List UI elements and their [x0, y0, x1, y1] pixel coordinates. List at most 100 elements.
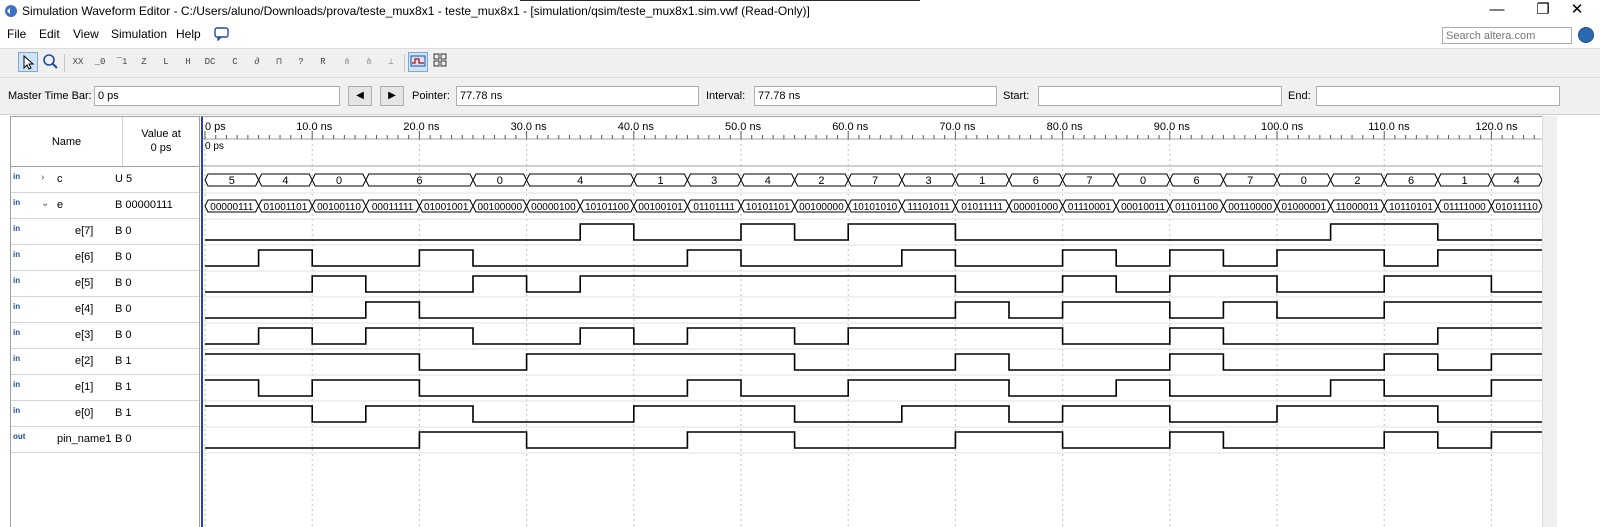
waveform-canvas[interactable]: 0 ps 10.0 ns 20.0 ns 30.0 ns 40.0 ns 50.0 ns 6…	[203, 117, 1542, 527]
title-bar: Simulation Waveform Editor - C:/Users/al…	[0, 0, 1600, 24]
app-icon	[5, 5, 17, 17]
window-title: Simulation Waveform Editor - C:/Users/al…	[22, 4, 810, 18]
bus-value-label: 01101100	[1175, 202, 1218, 213]
bus-value-label: 10110101	[1389, 202, 1433, 213]
signal-row[interactable]: in e[6] B 0	[11, 245, 199, 271]
signal-row[interactable]: in e[5] B 0	[11, 271, 199, 297]
expand-toggle-icon[interactable]: ›	[41, 172, 44, 183]
force-low-icon[interactable]: _0	[90, 52, 110, 72]
bus-value-label: 4	[577, 175, 583, 187]
menu-help[interactable]: Help	[176, 27, 201, 41]
master-time-bar-field[interactable]: 0 ps	[94, 86, 340, 106]
globe-icon[interactable]	[1578, 27, 1594, 43]
invert-icon[interactable]: C	[225, 52, 245, 72]
search-input[interactable]	[1442, 27, 1572, 44]
force-high-impedance-icon[interactable]: Z	[134, 52, 154, 72]
bus-value-label: 00000111	[210, 202, 253, 213]
selection-tool-icon[interactable]	[18, 52, 38, 72]
menu-edit[interactable]: Edit	[39, 27, 60, 41]
menu-view[interactable]: View	[73, 27, 99, 41]
bus-value-label: 1	[979, 175, 985, 187]
signal-name: c	[57, 173, 63, 185]
minimize-button[interactable]: —	[1474, 0, 1520, 22]
bus-value-label: 7	[1086, 175, 1092, 187]
arbitrary-value-icon[interactable]: R	[313, 52, 333, 72]
zoom-tool-icon[interactable]	[40, 52, 60, 72]
bit-waveform	[205, 405, 1542, 423]
signal-row[interactable]: in e[3] B 0	[11, 323, 199, 349]
bus-value-label: 7	[1247, 175, 1253, 187]
interval-field[interactable]: 77.78 ns	[754, 86, 997, 106]
menu-file[interactable]: File	[7, 27, 26, 41]
clock-icon[interactable]: ⊓	[269, 52, 289, 72]
bus-value-label: 2	[818, 175, 824, 187]
signal-row[interactable]: in e[0] B 1	[11, 401, 199, 427]
waveform-panel[interactable]: 0 ps 10.0 ns 20.0 ns 30.0 ns 40.0 ns 50.0 ns 6…	[201, 116, 1542, 527]
end-field[interactable]	[1316, 86, 1560, 106]
vertical-scrollbar[interactable]	[1542, 116, 1557, 527]
signal-list-panel: Name Value at 0 ps in › c U 5 in ⌄ e B 00000111…	[10, 116, 200, 527]
start-label: Start:	[1003, 90, 1030, 102]
force-weak-high-icon[interactable]: H	[178, 52, 198, 72]
menu-simulation[interactable]: Simulation	[111, 27, 167, 41]
signal-row[interactable]: in e[7] B 0	[11, 219, 199, 245]
name-column-header[interactable]: Name	[11, 117, 123, 167]
bus-value-label: 0	[336, 175, 342, 187]
force-weak-low-icon[interactable]: L	[156, 52, 176, 72]
input-pin-icon: in	[13, 250, 21, 259]
bus-value-label: 10101101	[746, 202, 790, 213]
input-pin-icon: in	[13, 354, 21, 363]
value-column-header[interactable]: Value at 0 ps	[123, 117, 199, 167]
force-dont-care-icon[interactable]: DC	[200, 52, 220, 72]
signal-value: B 00000111	[115, 199, 173, 211]
signal-value: U 5	[115, 173, 133, 185]
time-tick-label: 50.0 ns	[725, 121, 762, 133]
bus-value-label: 00010011	[1121, 202, 1165, 213]
signal-row[interactable]: in e[1] B 1	[11, 375, 199, 401]
close-button[interactable]: ✕	[1554, 0, 1600, 22]
feedback-icon[interactable]	[214, 27, 230, 41]
signal-name: e[1]	[75, 381, 94, 393]
grid-settings-icon[interactable]: ⊥	[381, 52, 401, 72]
signal-value: B 0	[115, 303, 132, 315]
force-high-icon[interactable]: ‾1	[112, 52, 132, 72]
tabular-view-icon[interactable]	[430, 52, 450, 72]
input-pin-icon: in	[13, 224, 21, 233]
bus-value-label: 01000001	[1282, 202, 1327, 213]
signal-name: e[4]	[75, 303, 94, 315]
next-transition-button[interactable]: ▶	[380, 86, 404, 106]
bus-value-label: 6	[416, 175, 422, 187]
start-field[interactable]	[1038, 86, 1282, 106]
bus-value-label: 01110001	[1068, 202, 1111, 213]
output-pin-icon: out	[13, 432, 26, 441]
signal-value: B 0	[115, 433, 132, 445]
force-unknown-icon[interactable]: XX	[68, 52, 88, 72]
bit-waveform	[205, 301, 1542, 319]
bus-value-label: 1	[1462, 175, 1468, 187]
time-tick-label: 80.0 ns	[1047, 121, 1084, 133]
cursor-label: 0 ps	[205, 141, 224, 152]
bus-value-label: 0	[1301, 175, 1307, 187]
bus-value-label: 6	[1408, 175, 1414, 187]
expand-toggle-icon[interactable]: ⌄	[41, 198, 49, 209]
signal-row[interactable]: out pin_name1 B 0	[11, 427, 199, 453]
bit-waveform	[205, 431, 1542, 449]
time-tick-label: 90.0 ns	[1154, 121, 1191, 133]
snap-to-grid-icon[interactable]: ⋔	[337, 52, 357, 72]
waveform-view-icon[interactable]	[408, 52, 428, 72]
signal-row[interactable]: in ⌄ e B 00000111	[11, 193, 199, 219]
toolbar: XX _0 ‾1 Z L H DC C ∂ ⊓ ? R ⋔ ⋔ ⊥	[0, 48, 1600, 78]
bus-value-label: 0	[497, 175, 503, 187]
signal-row[interactable]: in › c U 5	[11, 167, 199, 193]
signal-row[interactable]: in e[2] B 1	[11, 349, 199, 375]
time-tick-label: 100.0 ns	[1261, 121, 1304, 133]
previous-transition-button[interactable]: ◀	[348, 86, 372, 106]
random-value-icon[interactable]: ?	[291, 52, 311, 72]
snap-transitions-icon[interactable]: ⋔	[359, 52, 379, 72]
input-pin-icon: in	[13, 198, 21, 207]
count-value-icon[interactable]: ∂	[247, 52, 267, 72]
time-tick-label: 110.0 ns	[1368, 121, 1410, 133]
pointer-field[interactable]: 77.78 ns	[456, 86, 699, 106]
signal-row[interactable]: in e[4] B 0	[11, 297, 199, 323]
signal-name: e[2]	[75, 355, 94, 367]
